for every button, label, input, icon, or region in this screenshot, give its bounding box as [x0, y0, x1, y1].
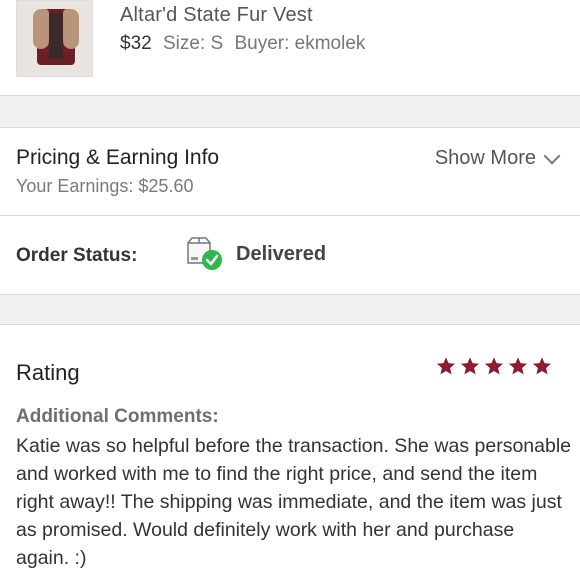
- star-icon: [461, 357, 479, 375]
- star-icon: [533, 357, 551, 375]
- pricing-title: Pricing & Earning Info: [16, 146, 220, 169]
- show-more-label: Show More: [434, 147, 536, 169]
- package-delivered-icon: [187, 237, 222, 270]
- star-icon: [437, 357, 455, 375]
- section-divider: [0, 294, 580, 325]
- order-status-section: Order Status: Delivered: [0, 217, 580, 294]
- item-size: Size: S: [162, 33, 224, 54]
- item-meta: $32 Size: S Buyer: ekmolek: [120, 33, 371, 55]
- rating-title: Rating: [16, 360, 80, 385]
- star-icon: [485, 357, 503, 375]
- item-title: Altar'd State Fur Vest: [120, 4, 313, 26]
- item-buyer: Buyer: ekmolek: [234, 33, 366, 54]
- star-icon: [509, 357, 527, 375]
- earnings-text: Your Earnings: $25.60: [16, 176, 194, 196]
- chevron-down-icon: [543, 147, 561, 164]
- comments-label: Additional Comments:: [16, 406, 219, 427]
- show-more-button[interactable]: Show More: [434, 147, 561, 170]
- rating-section: Rating Additional Comments: Katie was so…: [0, 326, 580, 580]
- order-status-label: Order Status:: [16, 245, 138, 266]
- comments-text: Katie was so helpful before the transact…: [16, 435, 572, 569]
- section-divider: [0, 95, 580, 128]
- pricing-section: Pricing & Earning Info Your Earnings: $2…: [0, 128, 580, 216]
- order-item-row[interactable]: Altar'd State Fur Vest $32 Size: S Buyer…: [0, 0, 580, 95]
- star-rating: [436, 356, 552, 376]
- item-thumbnail[interactable]: [16, 0, 93, 77]
- item-price: $32: [120, 33, 152, 54]
- order-status-value: Delivered: [236, 243, 327, 265]
